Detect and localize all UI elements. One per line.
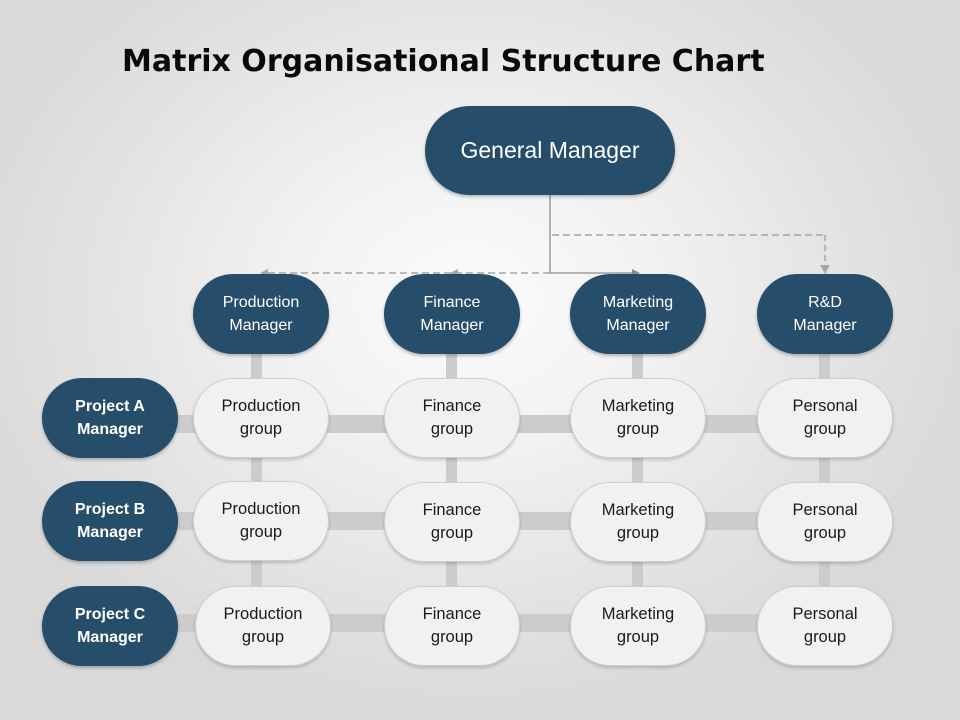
node-label-line2: group [803,420,847,438]
node-label-line1: Personal [792,397,858,415]
node-label-line2: Manager [606,317,670,334]
node-label-line1: Production [223,605,303,623]
node-label-line2: Manager [420,317,484,334]
node-label-line2: group [430,524,474,542]
node-label-line1: Production [221,397,301,415]
node-label-line2: group [616,628,660,646]
node-label-line2: Manager [77,524,143,541]
node-label-line2: Manager [793,317,857,334]
group-node-c-marketing[interactable]: Marketing group [570,586,706,666]
node-label-line1: Finance [422,397,482,415]
node-label-line1: Project C [74,606,146,623]
general-manager-label: General Manager [460,137,640,163]
group-node-b-finance[interactable]: Finance group [384,482,520,562]
project-c-manager-node[interactable]: Project C Manager [42,586,178,666]
node-label-line2: Manager [77,421,143,438]
rd-manager-node[interactable]: R&D Manager [757,274,893,354]
node-label-line1: Marketing [602,294,674,311]
finance-manager-node[interactable]: Finance Manager [384,274,520,354]
node-label-line1: Personal [792,605,858,623]
group-node-b-marketing[interactable]: Marketing group [570,482,706,562]
group-node-b-production[interactable]: Production group [193,481,329,561]
project-a-manager-node[interactable]: Project A Manager [42,378,178,458]
node-label-line2: group [430,420,474,438]
node-label-line2: group [803,628,847,646]
node-label-line2: group [803,524,847,542]
general-manager-node[interactable]: General Manager [425,106,675,195]
node-label-line2: group [239,420,283,438]
group-node-a-marketing[interactable]: Marketing group [570,378,706,458]
marketing-manager-node[interactable]: Marketing Manager [570,274,706,354]
group-node-c-personal[interactable]: Personal group [757,586,893,666]
node-label-line2: group [616,420,660,438]
group-node-c-finance[interactable]: Finance group [384,586,520,666]
group-node-b-personal[interactable]: Personal group [757,482,893,562]
node-label-line1: Finance [422,501,482,519]
group-node-a-finance[interactable]: Finance group [384,378,520,458]
node-label-line2: Manager [77,629,143,646]
production-manager-node[interactable]: Production Manager [193,274,329,354]
node-label-line2: group [430,628,474,646]
arrow-rd-icon [820,265,830,274]
node-label-line1: Personal [792,501,858,519]
node-label-line1: Production [222,294,300,311]
node-label-line2: Manager [229,317,293,334]
node-label-line1: R&D [808,294,842,311]
node-label-line1: Marketing [601,605,675,623]
node-label-line1: Finance [423,294,481,311]
node-label-line2: group [239,523,283,541]
group-node-a-personal[interactable]: Personal group [757,378,893,458]
node-label-line1: Project B [74,501,146,518]
node-label-line2: group [241,628,285,646]
group-node-c-production[interactable]: Production group [195,586,331,666]
node-label-line1: Production [221,500,301,518]
node-label-line1: Finance [422,605,482,623]
node-label-line1: Project A [75,398,145,415]
node-label-line2: group [616,524,660,542]
node-label-line1: Marketing [601,501,675,519]
group-node-a-production[interactable]: Production group [193,378,329,458]
project-b-manager-node[interactable]: Project B Manager [42,481,178,561]
node-label-line1: Marketing [601,397,675,415]
